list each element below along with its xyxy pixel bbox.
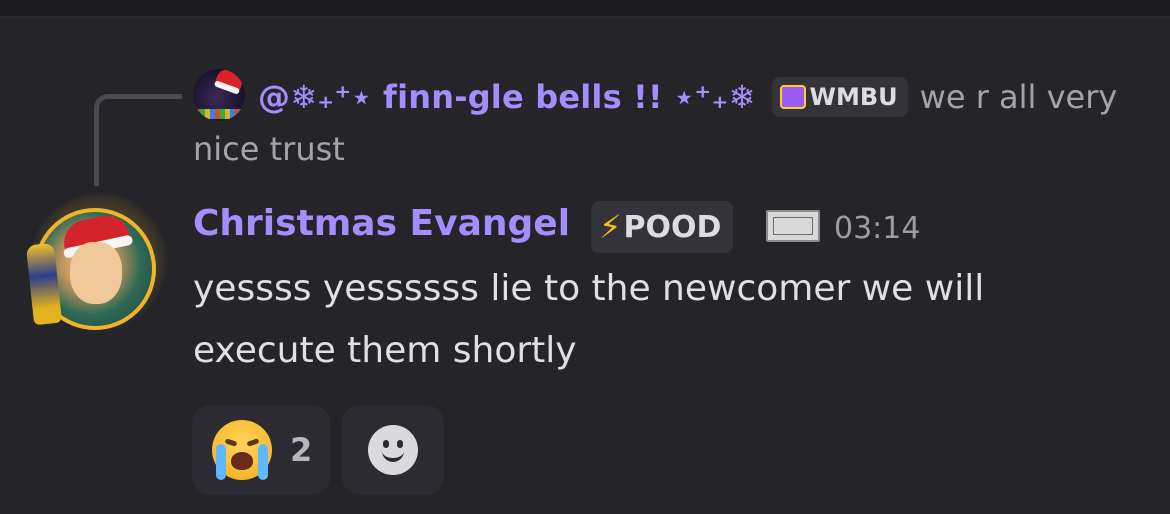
reply-role-label: WMBU [809,83,898,111]
server-tag-badge[interactable]: ⚡ POOD [591,201,734,253]
reply-avatar[interactable] [193,69,245,121]
eye-right [246,438,260,447]
message-timestamp[interactable]: 03:14 [834,211,920,246]
reaction-loudly-crying[interactable]: 2 [192,405,330,495]
reply-preview[interactable]: @❄₊⁺⋆ finn-gle bells !! ⋆⁺₊❄ WMBU we r a… [258,70,1117,124]
top-bar [0,0,1170,16]
tear-right [258,444,268,480]
crown-icon [779,85,806,109]
loudly-crying-face-icon [212,420,272,480]
avatar-face [70,242,122,304]
tear-left [216,444,226,480]
lightning-bolt-icon: ⚡ [599,208,622,246]
message-content-line-1: yessss yessssss lie to the newcomer we w… [193,268,985,309]
message-content-line-2: execute them shortly [193,330,577,371]
smile [382,450,404,462]
mouth [231,452,253,470]
message-author[interactable]: Christmas Evangel [193,203,570,244]
ticket-badge-icon[interactable] [766,210,820,242]
author-avatar[interactable] [24,186,174,336]
reply-author[interactable]: @❄₊⁺⋆ finn-gle bells !! ⋆⁺₊❄ [258,78,756,116]
christmas-lights-icon [195,109,243,119]
add-reaction-button[interactable] [342,405,444,495]
reply-snippet-continued: nice trust [193,130,345,168]
server-tag-label: POOD [623,209,722,245]
smiley-icon [368,425,418,475]
reaction-count: 2 [290,431,313,469]
reply-snippet: we r all very [919,78,1118,116]
reply-connector [94,94,182,186]
eye-right [397,440,403,448]
reply-role-badge[interactable]: WMBU [771,77,908,117]
eye-left [383,440,389,448]
eye-left [224,438,238,447]
